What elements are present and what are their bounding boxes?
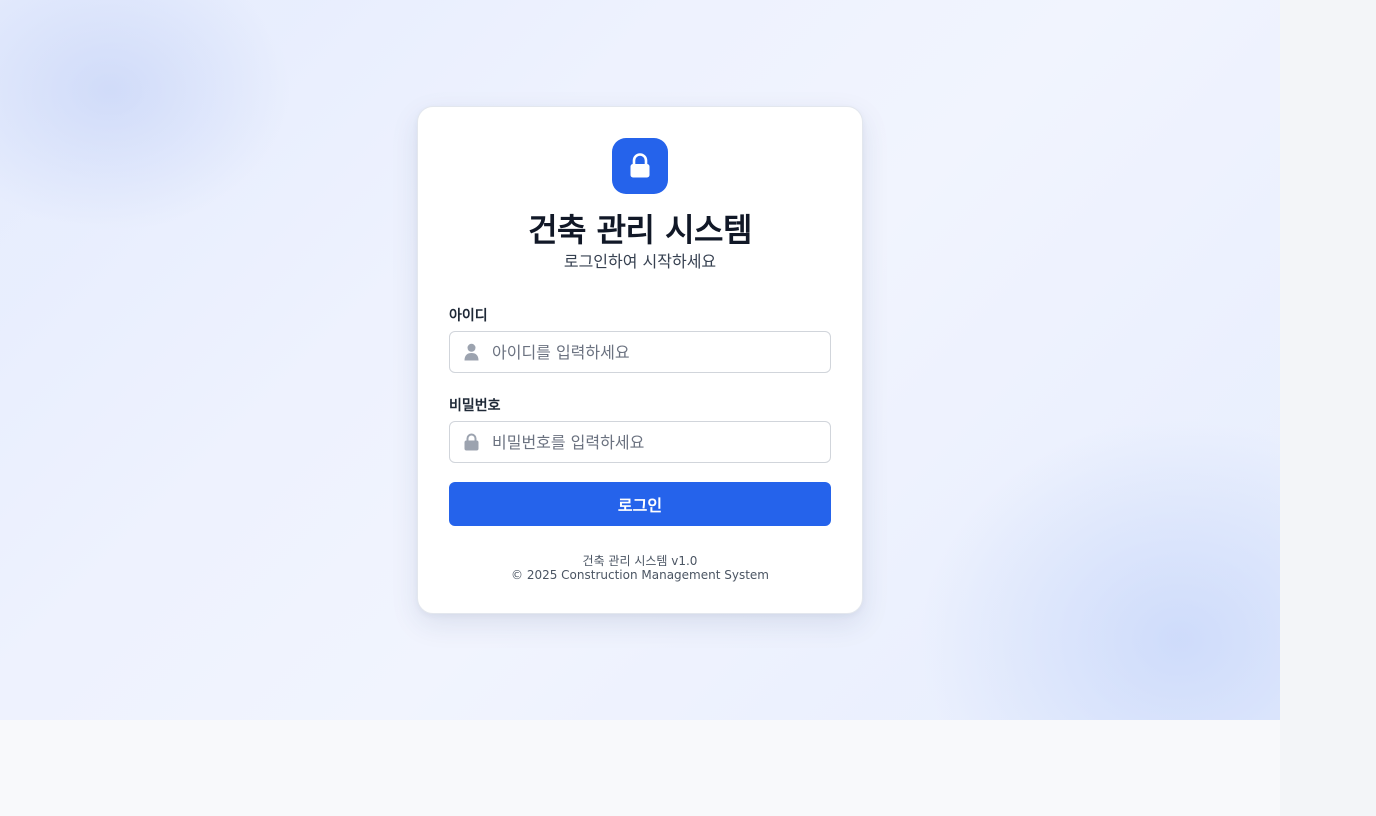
page-margin <box>1280 0 1376 816</box>
password-input[interactable] <box>490 431 814 453</box>
page-subtitle: 로그인하여 시작하세요 <box>563 252 717 271</box>
user-icon <box>463 343 479 361</box>
page-title: 건축 관리 시스템 <box>528 211 752 249</box>
login-card: 건축 관리 시스템 로그인하여 시작하세요 아이디 비밀번호 로그인 건축 관리… <box>417 106 863 614</box>
footer-copyright: © 2025 Construction Management System <box>511 568 769 582</box>
lock-logo-icon <box>612 138 668 194</box>
password-label: 비밀번호 <box>449 398 501 414</box>
footer-version: 건축 관리 시스템 v1.0 <box>582 554 698 568</box>
username-label: 아이디 <box>449 308 488 324</box>
login-button[interactable]: 로그인 <box>449 482 831 526</box>
password-field[interactable] <box>449 421 831 463</box>
username-input[interactable] <box>490 341 814 363</box>
lock-icon <box>463 433 479 451</box>
username-field[interactable] <box>449 331 831 373</box>
